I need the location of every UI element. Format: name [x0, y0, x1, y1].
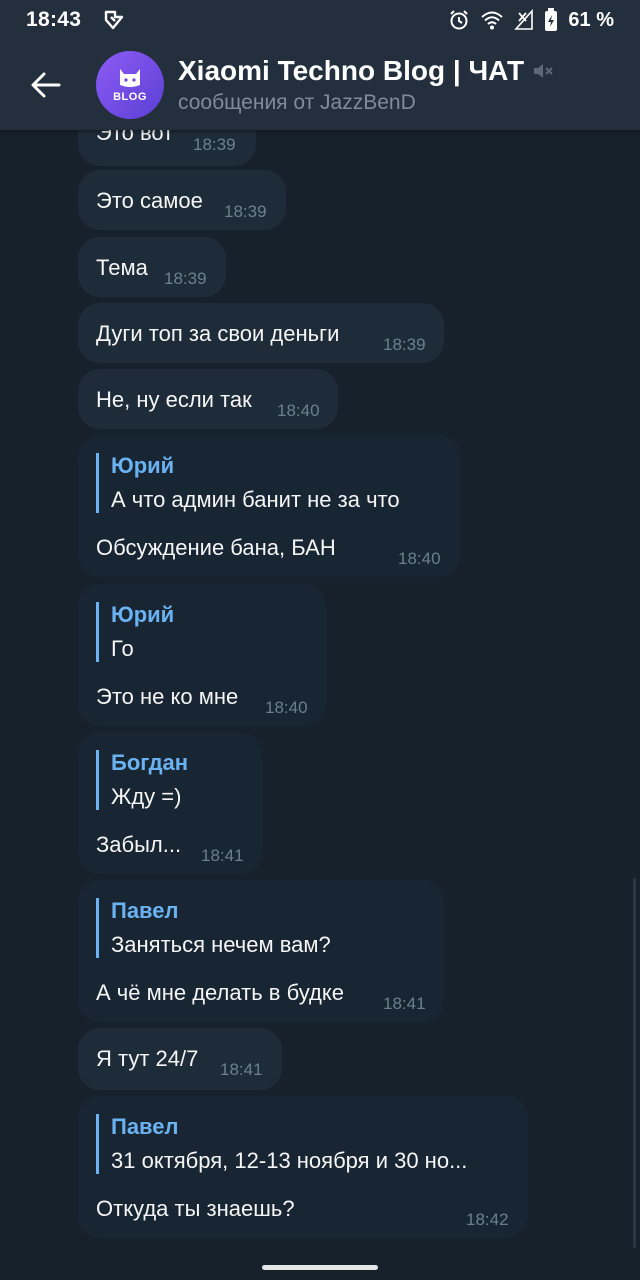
message-time: 18:41	[383, 994, 426, 1013]
message-time: 18:40	[277, 401, 320, 420]
message-text: Не, ну если так	[96, 387, 252, 412]
arrow-left-icon	[31, 72, 61, 98]
gesture-nav-handle[interactable]	[262, 1265, 378, 1270]
chat-avatar[interactable]: BLOG	[96, 51, 164, 119]
message-bubble-with-reply[interactable]: Павел Заняться нечем вам? А чё мне делат…	[78, 880, 444, 1022]
reply-quote[interactable]: Павел Заняться нечем вам?	[96, 898, 331, 958]
app-notification-icon	[103, 9, 125, 31]
message-bubble-with-reply[interactable]: Павел 31 октября, 12-13 ноября и 30 но..…	[78, 1096, 528, 1238]
chat-subtitle: сообщения от JazzBenD	[178, 91, 416, 114]
message-time: 18:39	[224, 202, 267, 221]
message-bubble[interactable]: Тема 18:39	[78, 237, 226, 297]
message-time: 18:39	[383, 335, 426, 354]
message-bubble[interactable]: Это вот 18:39	[78, 130, 256, 166]
message-time: 18:41	[220, 1060, 263, 1079]
message-text: Забыл...	[96, 832, 182, 857]
reply-author: Юрий	[111, 453, 175, 478]
battery-percentage: 61 %	[568, 8, 614, 31]
status-bar: 18:43 61 %	[0, 0, 640, 40]
message-text: Это вот	[96, 130, 174, 145]
signal-icon	[514, 9, 534, 31]
message-time: 18:40	[398, 549, 441, 568]
message-bubble[interactable]: Я тут 24/7 18:41	[78, 1028, 282, 1090]
message-text: Тема	[96, 255, 148, 280]
message-list[interactable]: Это вот 18:39 Это самое 18:39 Тема 18:39…	[0, 130, 640, 1280]
battery-icon	[544, 8, 558, 32]
reply-text: А что админ банит не за что	[111, 487, 400, 512]
reply-text: 31 октября, 12-13 ноября и 30 но...	[111, 1148, 468, 1173]
avatar-label: BLOG	[113, 91, 147, 103]
message-text: Это самое	[96, 188, 203, 213]
chat-header: BLOG Xiaomi Techno Blog | ЧАТ сообщения …	[0, 40, 640, 130]
reply-quote[interactable]: Богдан Жду =)	[96, 750, 188, 810]
message-bubble[interactable]: Это самое 18:39	[78, 170, 286, 230]
message-time: 18:40	[265, 698, 308, 717]
alarm-icon	[448, 9, 470, 31]
scrollbar-thumb[interactable]	[633, 878, 636, 1248]
reply-text: Жду =)	[111, 784, 182, 809]
message-text: Я тут 24/7	[96, 1046, 199, 1071]
message-time: 18:39	[164, 269, 207, 288]
status-icons: 61 %	[448, 8, 614, 32]
reply-text: Заняться нечем вам?	[111, 932, 331, 957]
message-bubble-with-reply[interactable]: Юрий Го Это не ко мне 18:40	[78, 584, 326, 726]
mi-mascot-icon	[120, 69, 140, 87]
message-bubble[interactable]: Не, ну если так 18:40	[78, 369, 338, 429]
back-button[interactable]	[0, 40, 92, 130]
message-text: А чё мне делать в будке	[96, 980, 344, 1005]
reply-author: Павел	[111, 1114, 179, 1139]
status-time: 18:43	[26, 8, 82, 31]
reply-quote[interactable]: Юрий Го	[96, 602, 174, 662]
message-text: Дуги топ за свои деньги	[96, 321, 340, 346]
message-text: Откуда ты знаешь?	[96, 1196, 295, 1221]
message-time: 18:39	[193, 135, 236, 154]
message-text: Это не ко мне	[96, 684, 239, 709]
reply-author: Юрий	[111, 602, 175, 627]
reply-quote[interactable]: Павел 31 октября, 12-13 ноября и 30 но..…	[96, 1114, 467, 1174]
message-time: 18:42	[466, 1210, 509, 1229]
chat-title: Xiaomi Techno Blog | ЧАТ	[178, 55, 525, 86]
message-bubble-with-reply[interactable]: Юрий А что админ банит не за что Обсужде…	[78, 435, 460, 577]
chat-title-block[interactable]: Xiaomi Techno Blog | ЧАТ сообщения от Ja…	[178, 55, 554, 115]
reply-quote[interactable]: Юрий А что админ банит не за что	[96, 453, 400, 513]
message-text: Обсуждение бана, БАН	[96, 535, 336, 560]
reply-author: Богдан	[111, 750, 189, 775]
message-bubble-with-reply[interactable]: Богдан Жду =) Забыл... 18:41	[78, 732, 262, 874]
message-time: 18:41	[201, 846, 244, 865]
reply-text: Го	[111, 636, 134, 661]
wifi-icon	[480, 10, 504, 30]
message-bubble[interactable]: Дуги топ за свои деньги 18:39	[78, 303, 444, 363]
muted-icon	[534, 64, 553, 78]
screen: 18:43 61 % BLOG Xiaomi Techno Blog | ЧАТ…	[0, 0, 640, 1280]
reply-author: Павел	[111, 898, 179, 923]
